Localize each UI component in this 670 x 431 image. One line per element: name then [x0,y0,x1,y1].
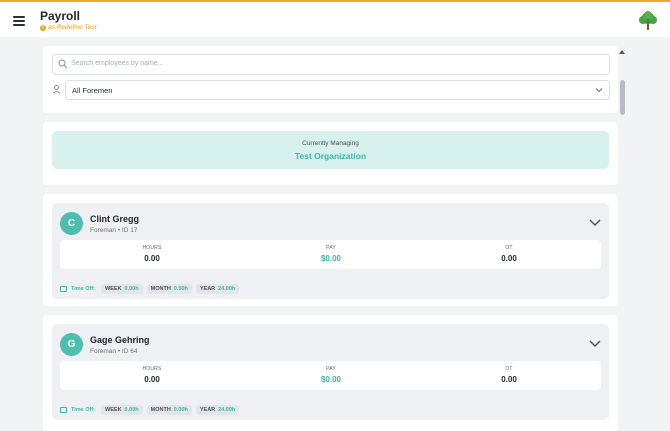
managing-organization: Test Organization [294,151,367,161]
time-off-label: Time Off: [71,286,96,292]
stat-hours-label: HOURS [142,366,162,372]
search-icon [58,59,68,69]
impersonation-note: i as Redefine Test [40,24,97,31]
foreman-select[interactable]: All Foremen [65,80,610,100]
employee-name: Gage Gehring [90,335,150,345]
foreman-select-value: All Foremen [72,86,113,95]
employee-card-body: C Clint Gregg Foreman • ID 17 HOURS 0.00… [52,203,609,299]
avatar: G [60,333,83,356]
time-off-year: YEAR 24.00h [195,405,240,415]
time-off-month: MONTH 0.00h [146,284,192,294]
calendar-icon [60,407,67,413]
stat-ot-label: OT [505,366,513,372]
stat-pay: PAY $0.00 [291,245,371,263]
chevron-down-icon[interactable] [589,217,601,227]
scrollbar-thumb[interactable] [620,80,625,115]
stat-hours-value: 0.00 [144,375,160,384]
impersonation-text: as Redefine Test [48,24,97,31]
stat-pay-label: PAY [326,245,336,251]
tree-logo-icon [639,11,657,30]
stat-pay: PAY $0.00 [291,366,371,384]
managing-label: Currently Managing [302,140,359,147]
stat-pay-label: PAY [326,366,336,372]
page-title: Payroll [40,9,81,23]
calendar-icon [60,286,67,292]
stat-hours-label: HOURS [142,245,162,251]
stat-ot-label: OT [505,245,513,251]
app-header: Payroll i as Redefine Test [0,2,670,37]
time-off-row: Time Off: WEEK 0.00h MONTH 0.00h YEAR 24.00… [60,404,243,416]
time-off-year: YEAR 24.00h [195,284,240,294]
time-off-row: Time Off: WEEK 0.00h MONTH 0.00h YEAR 24.00… [60,283,243,295]
stat-pay-value: $0.00 [320,254,342,263]
stat-ot: OT 0.00 [469,245,549,263]
stat-ot-value: 0.00 [501,254,517,263]
stat-hours: HOURS 0.00 [112,366,192,384]
person-icon [52,85,61,94]
stat-ot-value: 0.00 [501,375,517,384]
scroll-up-arrow[interactable] [619,50,625,54]
chevron-down-icon[interactable] [589,338,601,348]
stat-hours: HOURS 0.00 [112,245,192,263]
employee-role: Foreman • ID 17 [90,227,138,234]
stat-pay-value: $0.00 [320,375,342,384]
employee-stats: HOURS 0.00 PAY $0.00 OT 0.00 [60,240,601,269]
stat-ot: OT 0.00 [469,366,549,384]
search-input[interactable]: Search employees by name... [52,54,610,75]
menu-icon[interactable] [13,16,25,26]
chevron-down-icon [595,88,603,93]
managing-banner: Currently Managing Test Organization [52,131,609,169]
employee-stats: HOURS 0.00 PAY $0.00 OT 0.00 [60,361,601,390]
time-off-week: WEEK 0.00h [101,405,143,415]
time-off-week: WEEK 0.00h [101,284,143,294]
search-placeholder: Search employees by name... [71,60,164,67]
info-icon: i [40,24,46,31]
employee-role: Foreman • ID 64 [90,348,138,355]
stat-hours-value: 0.00 [144,254,160,263]
employee-card-body: G Gage Gehring Foreman • ID 64 HOURS 0.0… [52,324,609,420]
employee-name: Clint Gregg [90,214,139,224]
time-off-label: Time Off: [71,407,96,413]
time-off-month: MONTH 0.00h [146,405,192,415]
avatar: C [60,212,83,235]
